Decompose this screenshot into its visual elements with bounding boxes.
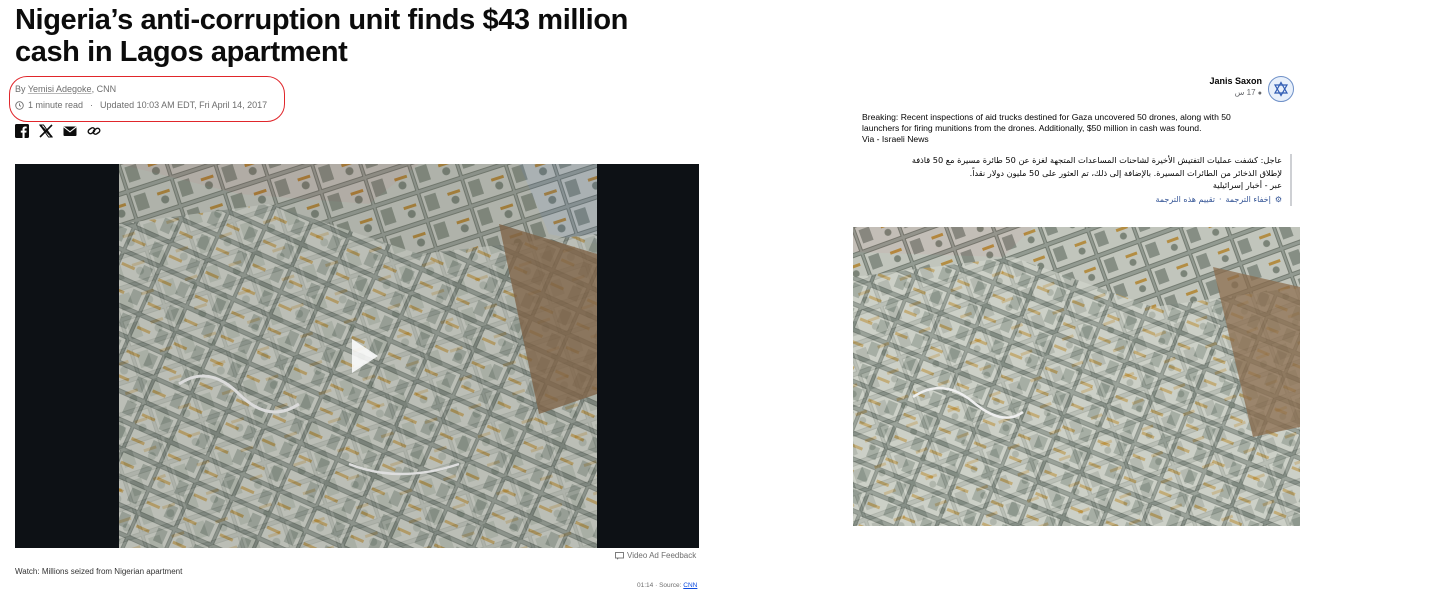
email-icon[interactable]: [63, 124, 77, 138]
translation-line: عبر - أخبار إسرائيلية: [1212, 180, 1282, 190]
x-icon[interactable]: [39, 124, 53, 138]
post-header: Janis Saxon ● 17 س: [1209, 76, 1294, 102]
post-text-line: launchers for firing munitions from the …: [862, 123, 1202, 133]
translation-line: عاجل: كشفت عمليات التفتيش الأخيرة لشاحنا…: [911, 155, 1282, 165]
facebook-post: Janis Saxon ● 17 س Breaking: Recent insp…: [853, 70, 1300, 530]
author-link[interactable]: Yemisi Adegoke: [28, 84, 92, 94]
article-byline: By Yemisi Adegoke, CNN: [15, 84, 116, 94]
article-timestamp: 1 minute read · Updated 10:03 AM EDT, Fr…: [15, 100, 267, 110]
hide-translation-link[interactable]: إخفاء الترجمة: [1226, 194, 1271, 207]
translation-line: لإطلاق الذخائر من الطائرات المسيرة. بالإ…: [969, 167, 1282, 178]
post-time-label: 17 س: [1234, 88, 1256, 97]
video-ad-feedback[interactable]: Video Ad Feedback: [615, 551, 696, 560]
video-source: 01:14 · Source: CNN: [637, 582, 697, 589]
source-link[interactable]: CNN: [683, 582, 697, 589]
author-meta: Janis Saxon ● 17 س: [1209, 76, 1262, 97]
source-label: Source:: [659, 582, 682, 589]
post-author[interactable]: Janis Saxon: [1209, 76, 1262, 86]
video-duration: 01:14: [637, 582, 654, 589]
updated-time: Updated 10:03 AM EDT, Fri April 14, 2017: [100, 100, 268, 110]
facebook-icon[interactable]: [15, 124, 29, 138]
rate-translation-link[interactable]: تقييم هذه الترجمة: [1156, 194, 1215, 207]
globe-icon: ●: [1257, 90, 1262, 97]
link-icon[interactable]: [87, 124, 101, 138]
post-time[interactable]: ● 17 س: [1209, 88, 1262, 97]
red-highlight-oval: [9, 76, 285, 122]
post-image[interactable]: [853, 227, 1300, 526]
play-icon[interactable]: [330, 325, 392, 387]
separator-dot: ·: [90, 100, 94, 110]
post-text: Breaking: Recent inspections of aid truc…: [862, 112, 1280, 145]
post-text-line: Via - Israeli News: [862, 134, 929, 144]
byline-prefix: By: [15, 84, 28, 94]
article-headline: Nigeria’s anti-corruption unit finds $43…: [15, 4, 628, 68]
gear-icon[interactable]: ⚙: [1275, 194, 1282, 207]
post-text-line: Breaking: Recent inspections of aid truc…: [862, 112, 1231, 122]
video-caption: Watch: Millions seized from Nigerian apa…: [15, 567, 183, 576]
read-time: 1 minute read: [28, 100, 84, 110]
feedback-icon: [615, 551, 624, 560]
star-of-david-icon: [1273, 81, 1289, 97]
byline-outlet: , CNN: [91, 84, 117, 94]
video-ad-feedback-label: Video Ad Feedback: [627, 551, 697, 560]
translation-actions: ⚙ إخفاء الترجمة · تقييم هذه الترجمة: [862, 194, 1283, 207]
post-translation: عاجل: كشفت عمليات التفتيش الأخيرة لشاحنا…: [862, 154, 1292, 206]
share-bar: [15, 124, 101, 138]
cnn-article: Nigeria’s anti-corruption unit finds $43…: [9, 0, 705, 589]
clock-icon: [15, 100, 24, 110]
separator-dot: ·: [1218, 194, 1222, 204]
video-player[interactable]: [15, 164, 699, 548]
avatar[interactable]: [1268, 76, 1294, 102]
